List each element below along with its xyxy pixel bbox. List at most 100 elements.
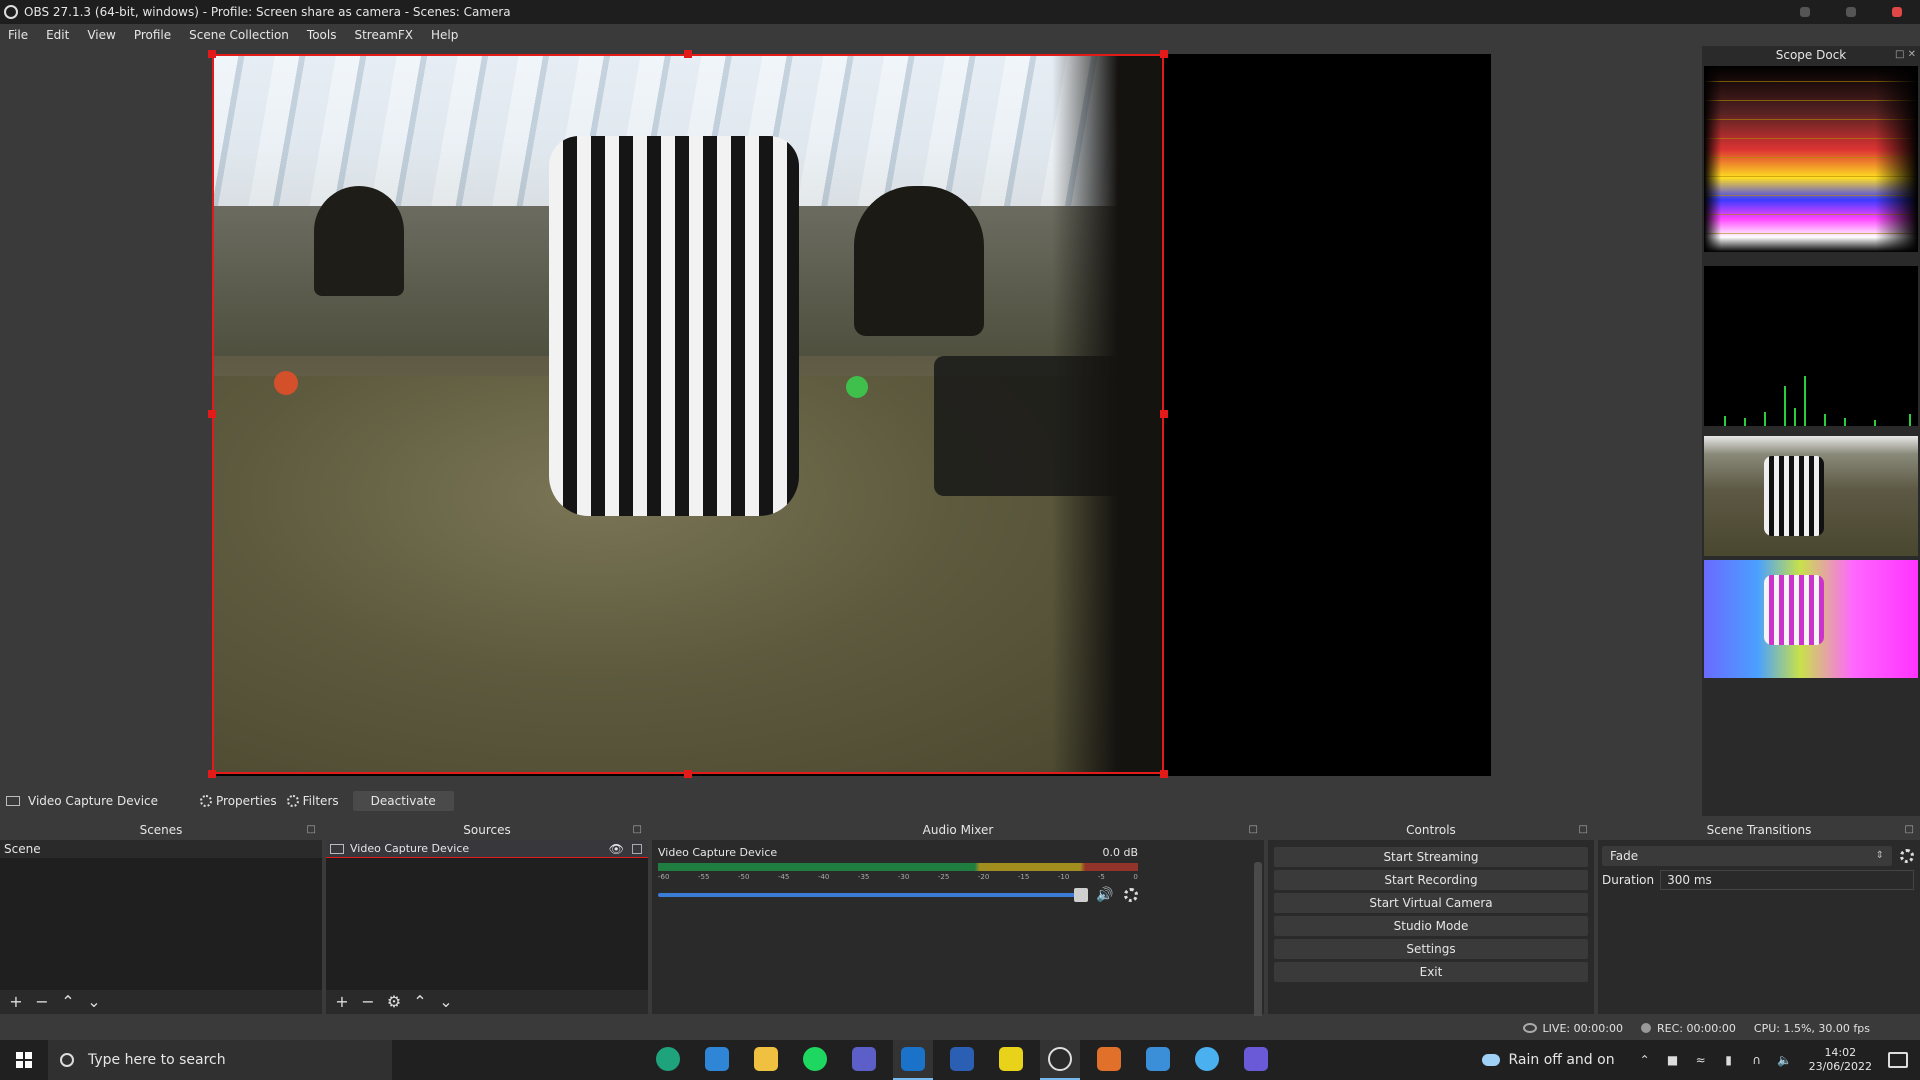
source-settings-icon[interactable]: ⚙ (384, 992, 404, 1012)
resize-handle-tl[interactable] (208, 50, 216, 58)
preview-area[interactable] (0, 46, 1700, 810)
sources-title: Sources (463, 823, 511, 837)
taskbar-explorer[interactable] (746, 1040, 786, 1080)
battery-icon[interactable]: ▮ (1721, 1052, 1737, 1068)
move-down-icon[interactable]: ⌄ (436, 992, 456, 1012)
menu-edit[interactable]: Edit (46, 28, 69, 42)
menu-view[interactable]: View (87, 28, 115, 42)
resize-handle-br[interactable] (1160, 770, 1168, 778)
menu-streamfx[interactable]: StreamFX (354, 28, 413, 42)
exit-button[interactable]: Exit (1274, 962, 1588, 982)
taskbar-outlook[interactable] (893, 1040, 933, 1080)
volume-icon[interactable]: 🔈 (1777, 1052, 1793, 1068)
gear-icon[interactable] (1900, 849, 1914, 863)
studio-mode-button[interactable]: Studio Mode (1274, 916, 1588, 936)
eye-icon[interactable]: 👁 (609, 840, 624, 858)
add-source-icon[interactable]: + (332, 992, 352, 1012)
menu-tools[interactable]: Tools (307, 28, 337, 42)
headset-icon[interactable]: ∩ (1749, 1052, 1765, 1068)
speaker-icon[interactable]: 🔊 (1096, 887, 1114, 903)
scene-item[interactable]: Scene (0, 840, 322, 858)
record-icon (1641, 1023, 1652, 1033)
deactivate-label: Deactivate (370, 794, 436, 808)
dock-float-icon[interactable]: □ (1249, 820, 1258, 840)
taskbar-word[interactable] (942, 1040, 982, 1080)
properties-button[interactable]: Properties (200, 794, 277, 808)
taskbar-spotify[interactable] (795, 1040, 835, 1080)
gear-icon[interactable] (1124, 888, 1138, 902)
deactivate-button[interactable]: Deactivate (352, 791, 454, 811)
taskbar-apps (648, 1040, 1285, 1080)
close-button[interactable] (1874, 0, 1920, 24)
duration-input[interactable]: 300 ms (1660, 870, 1914, 890)
chevron-up-icon[interactable]: ⌃ (1637, 1052, 1653, 1068)
sources-dock: Sources □ Video Capture Device 👁 + − ⚙ ⌃… (326, 820, 648, 1014)
taskbar-edge[interactable] (648, 1040, 688, 1080)
menu-profile[interactable]: Profile (134, 28, 171, 42)
taskbar-app-purple[interactable] (1236, 1040, 1276, 1080)
taskbar-vscode[interactable] (697, 1040, 737, 1080)
maximize-button[interactable] (1828, 0, 1874, 24)
transition-select[interactable]: Fade ⇕ (1602, 846, 1892, 866)
filters-button[interactable]: Filters (286, 794, 339, 808)
camera-person-right (854, 186, 984, 336)
dock-float-icon[interactable]: □ (633, 820, 642, 840)
start-streaming-button[interactable]: Start Streaming (1274, 847, 1588, 867)
move-up-icon[interactable]: ⌃ (58, 992, 78, 1012)
camera-dark-edge (1052, 56, 1162, 772)
menu-scene-collection[interactable]: Scene Collection (189, 28, 289, 42)
add-scene-icon[interactable]: + (6, 992, 26, 1012)
resize-handle-tm[interactable] (684, 50, 692, 58)
taskbar-search[interactable]: Type here to search (48, 1040, 392, 1080)
minimize-button[interactable] (1782, 0, 1828, 24)
taskbar-app-blue[interactable] (1187, 1040, 1227, 1080)
move-down-icon[interactable]: ⌄ (84, 992, 104, 1012)
taskbar-teams[interactable] (844, 1040, 884, 1080)
taskbar-app-network[interactable] (1138, 1040, 1178, 1080)
obs-logo-icon (4, 5, 18, 19)
meter-tick-label: -20 (977, 873, 990, 881)
dock-float-icon[interactable]: □ (1905, 820, 1914, 840)
camera-feed[interactable] (214, 56, 1162, 772)
camera-green-ball (846, 376, 868, 398)
resize-handle-bl[interactable] (208, 770, 216, 778)
start-recording-button[interactable]: Start Recording (1274, 870, 1588, 890)
histogram-bar (1909, 414, 1911, 426)
dock-float-icon[interactable]: □ (307, 820, 316, 840)
clock[interactable]: 14:02 23/06/2022 (1809, 1046, 1872, 1074)
move-up-icon[interactable]: ⌃ (410, 992, 430, 1012)
resize-handle-ml[interactable] (208, 410, 216, 418)
start-virtual-camera-button[interactable]: Start Virtual Camera (1274, 893, 1588, 913)
weather-widget[interactable]: Rain off and on (1482, 1052, 1615, 1068)
volume-slider[interactable] (658, 888, 1088, 902)
settings-button[interactable]: Settings (1274, 939, 1588, 959)
resize-handle-mr[interactable] (1160, 410, 1168, 418)
dock-float-close-icon[interactable]: □ ✕ (1895, 46, 1916, 64)
taskbar-obs[interactable] (1040, 1040, 1080, 1080)
notification-icon[interactable] (1888, 1052, 1908, 1068)
taskbar-app-orange[interactable] (1089, 1040, 1129, 1080)
mixer-scrollbar[interactable] (1254, 862, 1262, 1022)
app-tray-icon[interactable]: ■ (1665, 1052, 1681, 1068)
cpu-text: CPU: 1.5%, 30.00 fps (1753, 1021, 1870, 1035)
wifi-icon[interactable]: ≈ (1693, 1052, 1709, 1068)
scope-dock-title: Scope Dock (1775, 48, 1847, 62)
menu-help[interactable]: Help (431, 28, 458, 42)
taskbar-app-yellow[interactable] (991, 1040, 1031, 1080)
resize-handle-bm[interactable] (684, 770, 692, 778)
source-item[interactable]: Video Capture Device 👁 (326, 840, 648, 858)
volume-slider-thumb[interactable] (1074, 888, 1088, 902)
dock-float-icon[interactable]: □ (1579, 820, 1588, 840)
scenes-header: Scenes □ (0, 820, 322, 840)
menu-file[interactable]: File (8, 28, 28, 42)
resize-handle-tr[interactable] (1160, 50, 1168, 58)
outlook-icon (901, 1047, 925, 1071)
lock-icon[interactable] (632, 843, 642, 854)
remove-source-icon[interactable]: − (358, 992, 378, 1012)
mixer-channel-level: 0.0 dB (1102, 846, 1138, 859)
filter-icon (286, 795, 299, 807)
remove-scene-icon[interactable]: − (32, 992, 52, 1012)
start-button[interactable] (0, 1040, 48, 1080)
pdf-icon (999, 1047, 1023, 1071)
weather-text: Rain off and on (1508, 1052, 1615, 1068)
